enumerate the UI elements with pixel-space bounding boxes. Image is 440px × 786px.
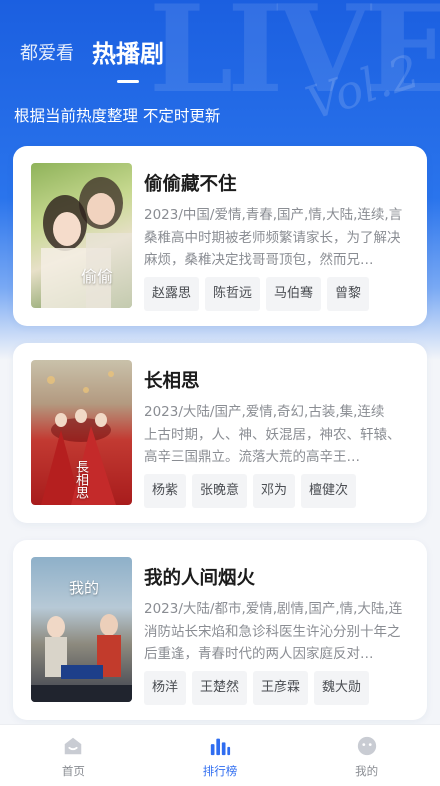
drama-meta: 2023/中国/爱情,青春,国产,情,大陆,连续,言: [144, 207, 403, 223]
cast-chip[interactable]: 王楚然: [192, 671, 248, 705]
drama-title: 偷偷藏不住: [144, 174, 237, 195]
cast-chip[interactable]: 张晚意: [192, 474, 248, 508]
drama-poster[interactable]: 長相思: [31, 360, 132, 505]
nav-rank[interactable]: 排行榜: [147, 725, 294, 786]
nav-me-label: 我的: [355, 764, 379, 778]
nav-home-label: 首页: [61, 764, 85, 778]
cast-chip[interactable]: 邓为: [253, 474, 296, 508]
drama-card[interactable]: 我的 我的人间烟火 2023/大陆/都市,爱情,剧情,国产,情,大陆,连 消防站…: [13, 540, 427, 720]
tab-active-indicator: [117, 80, 139, 83]
nav-home[interactable]: 首页: [0, 725, 147, 786]
tab-all[interactable]: 都爱看: [20, 39, 74, 69]
cast-chip[interactable]: 檀健次: [301, 474, 357, 508]
cast-list: 赵露思 陈哲远 马伯骞 曾黎: [144, 277, 370, 311]
cast-chip[interactable]: 曾黎: [327, 277, 370, 311]
bottom-nav: 首页 排行榜 我的: [0, 724, 440, 786]
drama-card[interactable]: 長相思 长相思 2023/大陆/国产,爱情,奇幻,古装,集,连续 上古时期，人、…: [13, 343, 427, 523]
top-tabs: 都爱看 热播剧: [20, 34, 164, 83]
nav-me[interactable]: 我的: [293, 725, 440, 786]
drama-description: 桑稚高中时期被老师频繁请家长，为了解决麻烦，桑稚决定找哥哥顶包，然而兄…: [144, 230, 401, 268]
cast-chip[interactable]: 赵露思: [144, 277, 200, 311]
drama-meta: 2023/大陆/都市,爱情,剧情,国产,情,大陆,连: [144, 601, 403, 617]
tab-hot-dramas[interactable]: 热播剧: [92, 34, 164, 83]
drama-title: 我的人间烟火: [144, 568, 256, 589]
drama-card[interactable]: 偷偷 偷偷藏不住 2023/中国/爱情,青春,国产,情,大陆,连续,言 桑稚高中…: [13, 146, 427, 326]
drama-description: 上古时期，人、神、妖混居，神农、轩辕、高辛三国鼎立。流落大荒的高辛王…: [144, 427, 401, 465]
drama-list: 偷偷 偷偷藏不住 2023/中国/爱情,青春,国产,情,大陆,连续,言 桑稚高中…: [13, 146, 427, 737]
drama-poster[interactable]: 偷偷: [31, 163, 132, 308]
cast-list: 杨紫 张晚意 邓为 檀健次: [144, 474, 357, 508]
cast-chip[interactable]: 杨紫: [144, 474, 187, 508]
bar-chart-icon: [210, 738, 231, 756]
poster-title: 我的: [69, 579, 100, 597]
cast-chip[interactable]: 王彦霖: [253, 671, 309, 705]
drama-poster[interactable]: 我的: [31, 557, 132, 702]
drama-description: 消防站长宋焰和急诊科医生许沁分别十年之后重逢，青春时代的两人因家庭反对…: [144, 624, 401, 662]
cast-chip[interactable]: 杨洋: [144, 671, 187, 705]
cast-chip[interactable]: 马伯骞: [266, 277, 322, 311]
drama-meta: 2023/大陆/国产,爱情,奇幻,古装,集,连续: [144, 404, 385, 420]
drama-title: 长相思: [144, 371, 200, 392]
nav-rank-label: 排行榜: [202, 764, 238, 778]
face-icon: [357, 736, 376, 756]
cast-list: 杨洋 王楚然 王彦霖 魏大勋: [144, 671, 370, 705]
poster-title: 偷偷: [81, 267, 114, 286]
cast-chip[interactable]: 魏大勋: [314, 671, 370, 705]
page-subtitle: 根据当前热度整理 不定时更新: [14, 107, 221, 125]
home-icon: [65, 737, 82, 755]
tab-hot-dramas-label: 热播剧: [92, 40, 164, 68]
poster-title: 長相思: [73, 460, 88, 499]
cast-chip[interactable]: 陈哲远: [205, 277, 261, 311]
